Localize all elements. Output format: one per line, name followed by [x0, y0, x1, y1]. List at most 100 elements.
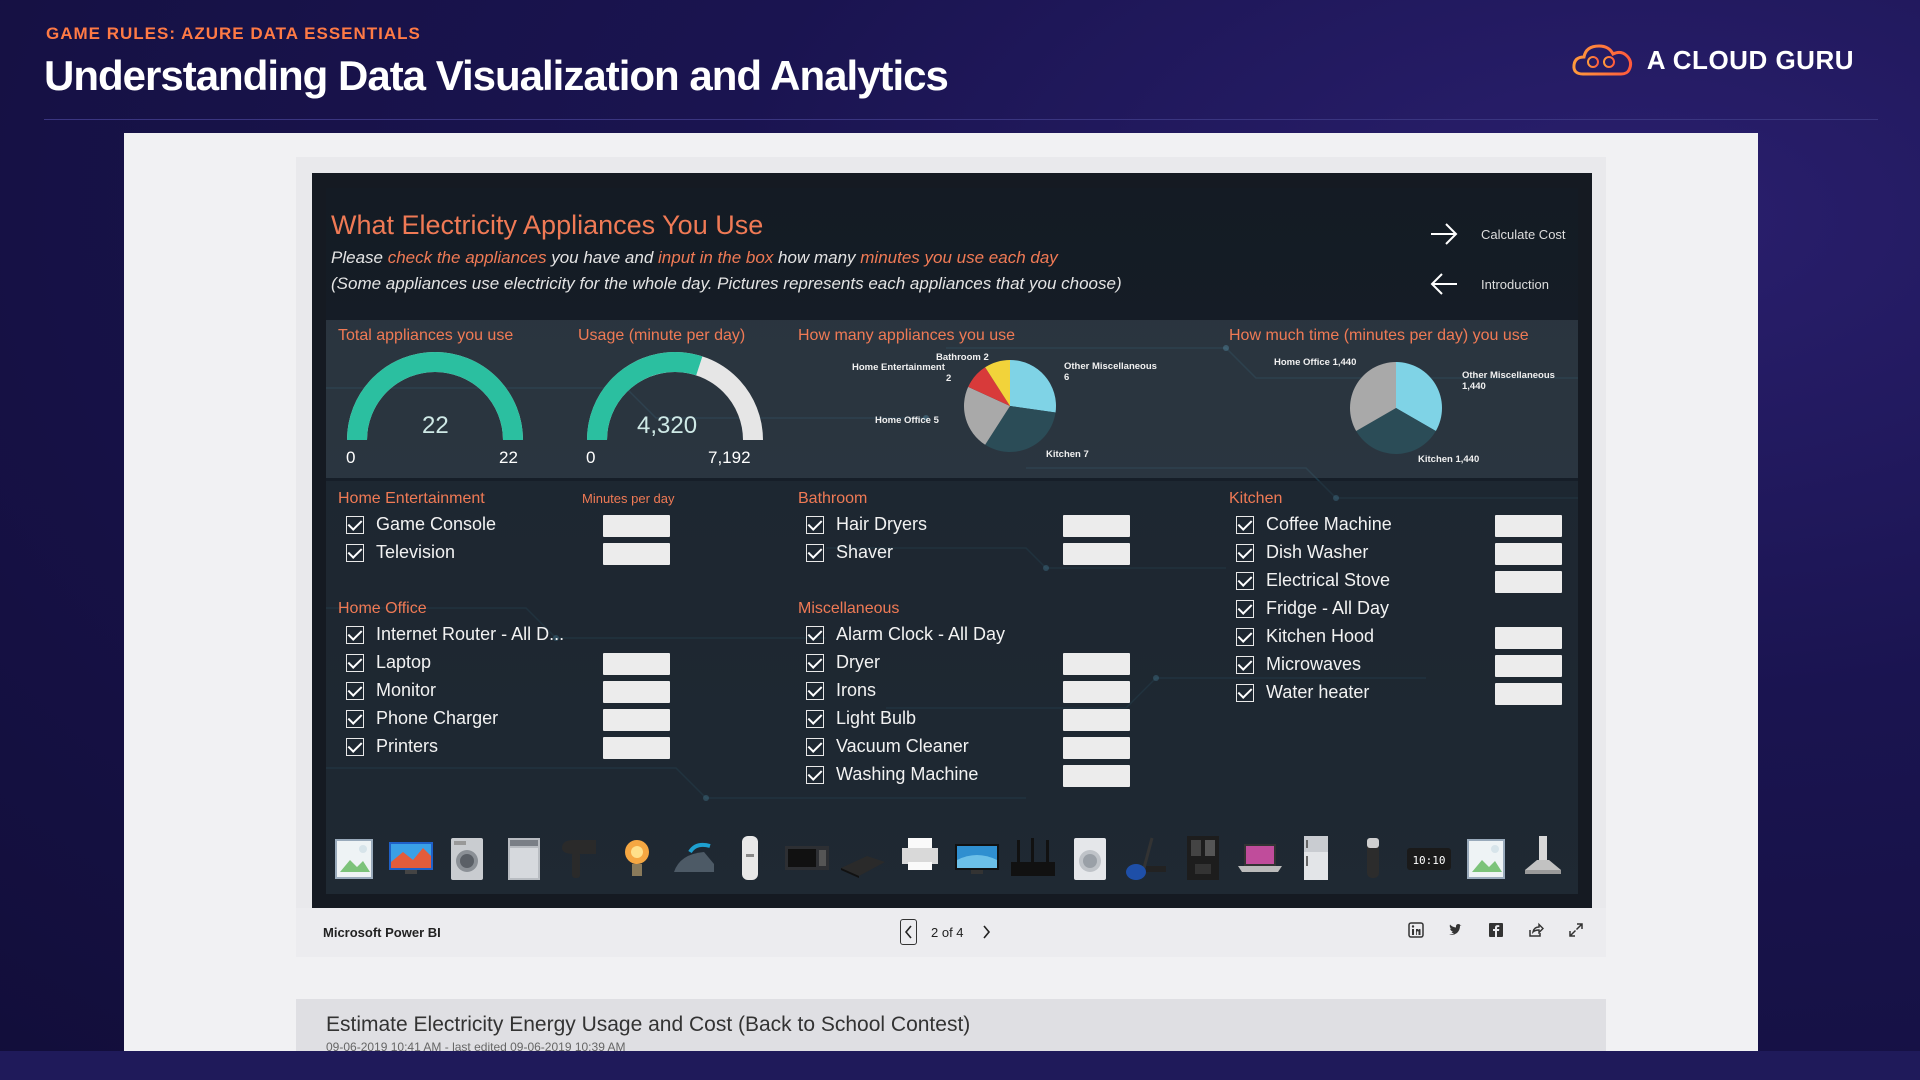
checkbox-phone-charger[interactable]: Phone Charger [346, 708, 498, 729]
minutes-input-kitchen-hood[interactable] [1495, 627, 1562, 649]
checkbox[interactable] [1236, 515, 1254, 534]
router-icon [1009, 834, 1057, 884]
twitter-icon[interactable] [1448, 922, 1464, 938]
checkbox[interactable] [806, 653, 824, 672]
appliance-count-pie[interactable] [962, 358, 1058, 454]
checkbox-light-bulb[interactable]: Light Bulb [806, 708, 916, 729]
checkbox[interactable] [346, 543, 364, 562]
checkbox[interactable] [1236, 655, 1254, 674]
checkbox[interactable] [346, 515, 364, 534]
minutes-input-monitor[interactable] [603, 681, 670, 703]
minutes-input-water-heater[interactable] [1495, 683, 1562, 705]
chevron-left-icon [904, 925, 912, 939]
checkbox-electrical-stove[interactable]: Electrical Stove [1236, 570, 1390, 591]
iron-icon [670, 834, 718, 884]
next-page-button[interactable] [978, 919, 995, 945]
checkbox-internet-router[interactable]: Internet Router - All D... [346, 624, 564, 645]
svg-text:10:10: 10:10 [1413, 854, 1446, 867]
calculate-cost-button[interactable]: Calculate Cost [1429, 222, 1566, 246]
report-page: What Electricity Appliances You Use Plea… [326, 188, 1578, 894]
checkbox-washing-machine[interactable]: Washing Machine [806, 764, 978, 785]
checkbox[interactable] [806, 709, 824, 728]
slide-header: GAME RULES: AZURE DATA ESSENTIALS Unders… [44, 24, 1884, 120]
checkbox-water-heater[interactable]: Water heater [1236, 682, 1369, 703]
checkbox[interactable] [806, 515, 824, 534]
checkbox-coffee-machine[interactable]: Coffee Machine [1236, 514, 1392, 535]
checkbox[interactable] [806, 737, 824, 756]
checkbox-television[interactable]: Television [346, 542, 455, 563]
minutes-input-irons[interactable] [1063, 681, 1130, 703]
gauge2-max: 7,192 [708, 448, 751, 467]
slide-eyebrow: GAME RULES: AZURE DATA ESSENTIALS [46, 24, 421, 43]
checkbox[interactable] [346, 653, 364, 672]
share-icon[interactable] [1528, 922, 1544, 938]
checkbox[interactable] [806, 625, 824, 644]
powerbi-footer: Microsoft Power BI 2 of 4 [296, 908, 1606, 957]
microwave-icon [783, 834, 831, 884]
checkbox[interactable] [806, 765, 824, 784]
pie2-label-home-office: Home Office 1,440 [1274, 357, 1357, 368]
previous-page-button[interactable] [900, 919, 917, 945]
minutes-input-electrical-stove[interactable] [1495, 571, 1562, 593]
checkbox-shaver[interactable]: Shaver [806, 542, 893, 563]
checkbox-irons[interactable]: Irons [806, 680, 876, 701]
checkbox-printers[interactable]: Printers [346, 736, 438, 757]
checkbox-laptop[interactable]: Laptop [346, 652, 431, 673]
gauge1-min: 0 [346, 448, 356, 467]
checkbox-fridge[interactable]: Fridge - All Day [1236, 598, 1389, 619]
minutes-input-coffee-machine[interactable] [1495, 515, 1562, 537]
checkbox-dryer[interactable]: Dryer [806, 652, 880, 673]
printer-icon [896, 834, 944, 884]
minutes-input-hair-dryers[interactable] [1063, 515, 1130, 537]
checkbox[interactable] [1236, 627, 1254, 646]
appliance-minutes-pie[interactable] [1348, 360, 1444, 456]
minutes-input-dish-washer[interactable] [1495, 543, 1562, 565]
checkbox-microwaves[interactable]: Microwaves [1236, 654, 1361, 675]
checkbox-game-console[interactable]: Game Console [346, 514, 496, 535]
checkbox[interactable] [806, 681, 824, 700]
fullscreen-icon[interactable] [1568, 922, 1584, 938]
report-instructions: Please check the appliances you have and… [331, 248, 1058, 267]
checkbox[interactable] [346, 737, 364, 756]
minutes-input-dryer[interactable] [1063, 653, 1130, 675]
minutes-input-laptop[interactable] [603, 653, 670, 675]
group-title-kitchen: Kitchen [1229, 490, 1283, 507]
minutes-input-washing-machine[interactable] [1063, 765, 1130, 787]
gauge1-value: 22 [422, 412, 449, 439]
checkbox[interactable] [1236, 683, 1254, 702]
checkbox[interactable] [1236, 543, 1254, 562]
minutes-input-phone-charger[interactable] [603, 709, 670, 731]
powerbi-embed: What Electricity Appliances You Use Plea… [296, 157, 1606, 957]
checkbox-kitchen-hood[interactable]: Kitchen Hood [1236, 626, 1374, 647]
facebook-icon[interactable] [1488, 922, 1504, 938]
powerbi-label: Microsoft Power BI [323, 925, 441, 940]
checkbox[interactable] [346, 709, 364, 728]
checkbox[interactable] [346, 681, 364, 700]
alarm-clock-icon: 10:10 [1405, 834, 1453, 884]
minutes-input-light-bulb[interactable] [1063, 709, 1130, 731]
checkbox-alarm-clock[interactable]: Alarm Clock - All Day [806, 624, 1005, 645]
kitchen-hood-icon [1519, 834, 1567, 884]
checkbox-monitor[interactable]: Monitor [346, 680, 436, 701]
gauge2-title: Usage (minute per day) [578, 327, 746, 344]
washing-machine-icon [443, 834, 491, 884]
checkbox[interactable] [346, 625, 364, 644]
checkbox[interactable] [806, 543, 824, 562]
minutes-input-shaver[interactable] [1063, 543, 1130, 565]
minutes-input-microwaves[interactable] [1495, 655, 1562, 677]
minutes-input-printers[interactable] [603, 737, 670, 759]
checkbox-vacuum-cleaner[interactable]: Vacuum Cleaner [806, 736, 969, 757]
page-indicator: 2 of 4 [931, 924, 964, 940]
checkbox-hair-dryers[interactable]: Hair Dryers [806, 514, 927, 535]
checkbox-dish-washer[interactable]: Dish Washer [1236, 542, 1368, 563]
minutes-input-game-console[interactable] [603, 515, 670, 537]
minutes-input-vacuum-cleaner[interactable] [1063, 737, 1130, 759]
minutes-input-television[interactable] [603, 543, 670, 565]
introduction-button[interactable]: Introduction [1429, 272, 1549, 296]
pie1-label-other-misc-value: 6 [1064, 372, 1070, 383]
dishwasher-icon [500, 834, 548, 884]
checkbox[interactable] [1236, 599, 1254, 618]
checkbox[interactable] [1236, 571, 1254, 590]
caption-title[interactable]: Estimate Electricity Energy Usage and Co… [326, 1013, 970, 1037]
linkedin-icon[interactable] [1408, 922, 1424, 938]
